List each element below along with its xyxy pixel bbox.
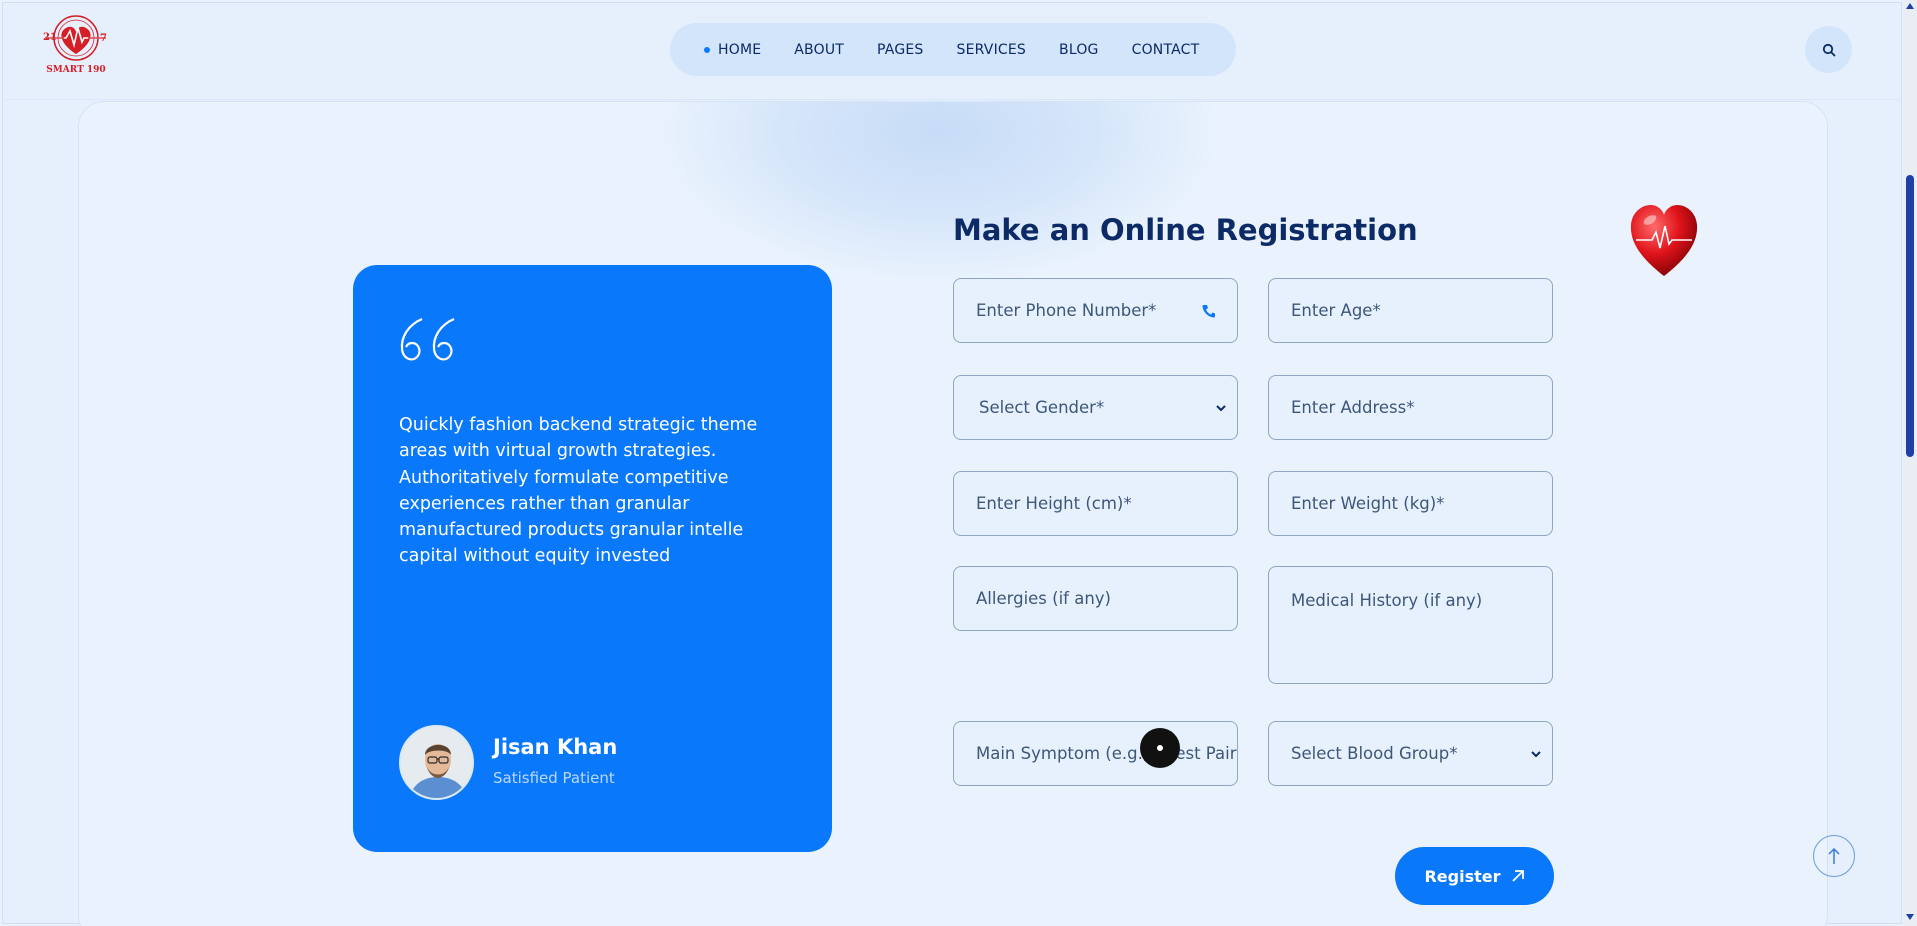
register-label: Register (1424, 866, 1501, 886)
nav-item-home[interactable]: HOME (704, 42, 761, 58)
nav-item-contact[interactable]: CONTACT (1132, 42, 1200, 58)
background-glow (659, 102, 1219, 282)
heart-icon (1630, 204, 1698, 276)
nav-item-services[interactable]: SERVICES (957, 42, 1027, 58)
chevron-down-icon (1216, 405, 1226, 412)
nav-item-label: BLOG (1059, 41, 1099, 58)
address-field[interactable]: Enter Address* (1268, 375, 1553, 440)
quote-icon (400, 317, 455, 361)
blood-group-placeholder: Select Blood Group* (1291, 744, 1458, 763)
active-dot-icon (704, 46, 710, 53)
address-placeholder: Enter Address* (1291, 398, 1415, 417)
cursor-indicator (1140, 728, 1180, 768)
phone-icon (1202, 305, 1215, 318)
gender-select[interactable]: Select Gender* (953, 375, 1238, 440)
blood-group-select[interactable]: Select Blood Group* (1268, 721, 1553, 786)
medical-history-placeholder: Medical History (if any) (1291, 591, 1483, 610)
age-field[interactable]: Enter Age* (1268, 278, 1553, 343)
scroll-up-arrow-icon[interactable] (1906, 3, 1914, 9)
scrollbar-thumb[interactable] (1906, 175, 1914, 457)
scrollbar-track[interactable] (1903, 0, 1917, 926)
allergies-placeholder: Allergies (if any) (976, 589, 1111, 608)
svg-text:21: 21 (43, 32, 57, 43)
nav-item-blog[interactable]: BLOG (1059, 42, 1099, 58)
main-nav: HOME ABOUT PAGES SERVICES BLOG CONTACT (670, 23, 1236, 76)
heart-ecg-logo-icon: 21 7 SMART 190 (43, 15, 107, 75)
nav-item-label: SERVICES (956, 41, 1027, 58)
search-button[interactable] (1805, 26, 1852, 73)
scroll-down-arrow-icon[interactable] (1906, 914, 1914, 920)
avatar (399, 725, 474, 800)
chevron-down-icon (1531, 751, 1541, 758)
arrow-up-right-icon (1511, 870, 1524, 882)
header-divider (2, 99, 1902, 100)
nav-item-pages[interactable]: PAGES (877, 42, 923, 58)
nav-item-about[interactable]: ABOUT (794, 42, 844, 58)
svg-text:SMART 190: SMART 190 (46, 65, 105, 75)
testimonial-text: Quickly fashion backend strategic theme … (399, 415, 758, 567)
weight-field[interactable]: Enter Weight (kg)* (1268, 471, 1553, 536)
nav-item-label: CONTACT (1131, 41, 1200, 58)
height-placeholder: Enter Height (cm)* (976, 494, 1132, 513)
nav-item-label: HOME (718, 41, 762, 58)
age-placeholder: Enter Age* (1291, 301, 1381, 320)
allergies-field[interactable]: Allergies (if any) (953, 566, 1238, 631)
register-button[interactable]: Register (1395, 847, 1554, 905)
scroll-to-top-button[interactable] (1813, 835, 1855, 877)
search-icon (1822, 43, 1835, 56)
medical-history-field[interactable]: Medical History (if any) (1268, 566, 1553, 684)
arrow-up-icon (1828, 847, 1840, 864)
svg-text:7: 7 (100, 33, 107, 44)
weight-placeholder: Enter Weight (kg)* (1291, 494, 1445, 513)
phone-placeholder: Enter Phone Number* (976, 301, 1157, 320)
site-logo[interactable]: 21 7 SMART 190 (40, 14, 112, 76)
form-title: Make an Online Registration (953, 213, 1418, 247)
author-role: Satisfied Patient (493, 769, 615, 787)
nav-item-label: PAGES (877, 41, 924, 58)
symptom-field[interactable]: Main Symptom (e.g., Chest Pair (953, 721, 1238, 786)
nav-item-label: ABOUT (794, 41, 845, 58)
author-name: Jisan Khan (493, 735, 618, 759)
gender-placeholder: Select Gender* (979, 398, 1105, 417)
symptom-placeholder: Main Symptom (e.g., Chest Pair (976, 744, 1237, 763)
testimonial-card: Quickly fashion backend strategic theme … (353, 265, 832, 852)
phone-field[interactable]: Enter Phone Number* (953, 278, 1238, 343)
height-field[interactable]: Enter Height (cm)* (953, 471, 1238, 536)
